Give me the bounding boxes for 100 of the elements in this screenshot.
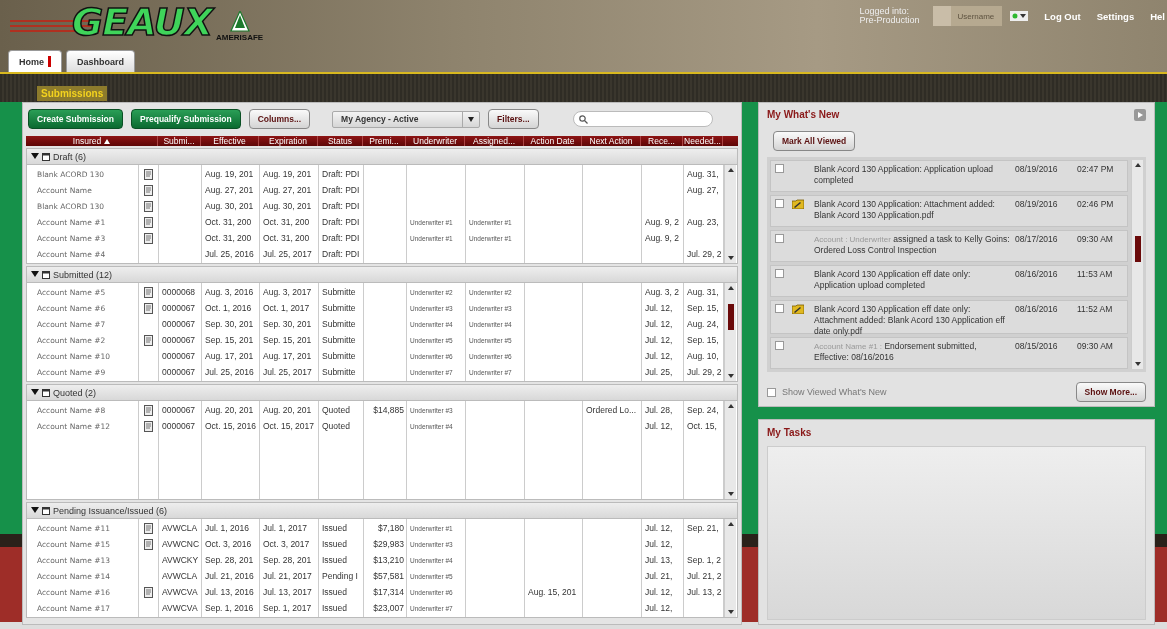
table-cell-text: AVWCLA [161, 522, 199, 535]
news-time: 11:53 AM [1077, 268, 1114, 281]
group-header[interactable]: Quoted (2) [27, 385, 737, 401]
document-icon[interactable] [144, 522, 153, 534]
toolbar-button[interactable]: Columns... [248, 109, 311, 129]
table-cell-text: Aug. 27, 201 [262, 184, 313, 197]
panel-title: My Tasks [767, 425, 813, 440]
table-cell-text: Oct. 1, 2017 [262, 302, 311, 315]
scrollbar[interactable] [724, 401, 736, 499]
document-icon[interactable] [144, 334, 153, 346]
collapse-arrow-icon[interactable] [31, 269, 39, 278]
group-header[interactable]: Draft (6) [27, 149, 737, 165]
checkbox[interactable] [775, 163, 784, 173]
expand-panel-icon[interactable] [1134, 108, 1146, 121]
document-icon[interactable] [144, 286, 153, 298]
table-cell-text: Aug. 23, [686, 216, 720, 229]
column-header[interactable]: Effective [201, 136, 259, 146]
document-icon[interactable] [144, 420, 153, 432]
table-cell-text: Jul. 25, 2017 [262, 248, 313, 261]
news-message: Blank Acord 130 Application: Application upload completed [814, 163, 995, 187]
tab[interactable]: Dashboard [66, 50, 136, 72]
checkbox[interactable] [767, 387, 776, 397]
checkbox-label: Show Viewed What's New [782, 387, 887, 397]
table-cell-text: Draft: PDI [321, 168, 361, 181]
group-header[interactable]: Submitted (12) [27, 267, 737, 283]
tab[interactable]: Home [8, 50, 62, 72]
news-date: 08/16/2016 [1015, 304, 1059, 316]
checkbox[interactable] [775, 198, 784, 208]
scrollbar[interactable] [724, 519, 736, 617]
checkbox[interactable] [775, 233, 784, 243]
news-item[interactable]: Blank Acord 130 Application eff date only: Attachment added: Blank Acord 130 Application eff date only.pdf 08/16/2016 11:52 AM [770, 300, 1128, 334]
table-cell-text: Aug. 19, 201 [262, 168, 313, 181]
document-icon[interactable] [144, 586, 153, 598]
collapse-arrow-icon[interactable] [31, 151, 39, 160]
show-more-button[interactable]: Show More... [1075, 382, 1146, 402]
table-cell-text: Jul. 12, [644, 538, 674, 551]
group-header[interactable]: Pending Issuance/Issued (6) [27, 503, 737, 519]
table-cell-text: $57,581 [372, 570, 405, 583]
checkbox[interactable] [775, 268, 784, 278]
toolbar-button[interactable]: Create Submission [28, 109, 123, 129]
scrollbar[interactable] [724, 165, 736, 263]
table-cell-text: Aug. 27, 201 [204, 184, 255, 197]
filter-select[interactable]: My Agency - Active [332, 110, 481, 128]
toolbar-button[interactable]: Prequalify Submission [131, 109, 241, 129]
news-item[interactable]: Blank Acord 130 Application: Application upload completed 08/19/2016 02:47 PM [770, 159, 1128, 192]
table-cell-text: Aug. 17, 201 [204, 350, 255, 363]
column-header[interactable]: Next Action [582, 136, 641, 146]
checkbox[interactable] [775, 304, 784, 313]
document-icon[interactable] [144, 168, 153, 180]
filters-button[interactable]: Filters... [488, 109, 539, 129]
header-link[interactable]: Settings [1096, 10, 1135, 22]
column-header[interactable]: Submi... [158, 136, 201, 146]
collapse-arrow-icon[interactable] [31, 387, 39, 396]
dropdown-arrow-icon[interactable] [468, 116, 475, 122]
document-icon[interactable] [144, 302, 153, 314]
column-header[interactable]: Premi... [363, 136, 406, 146]
column-header[interactable]: Rece... [641, 136, 683, 146]
group-label: Quoted (2) [53, 387, 97, 398]
table-cell-text: Sep. 28, 201 [204, 554, 255, 567]
column-header[interactable]: Underwriter [406, 136, 465, 146]
document-icon[interactable] [144, 232, 153, 244]
document-icon[interactable] [144, 538, 153, 550]
table-cell-text: Jul. 12, [644, 302, 674, 315]
table-cell-text: Oct. 31, 200 [204, 216, 253, 229]
table-cell-text: Jul. 13, 2017 [262, 586, 313, 599]
document-icon[interactable] [144, 404, 153, 416]
table-cell-text: Aug. 15, 201 [527, 586, 578, 599]
table-cell-text: Sep. 21, [686, 522, 720, 535]
news-item[interactable]: Account Name #1 : Endorsement submitted, Effective: 08/16/2016 08/15/2016 09:30 AM [770, 337, 1128, 370]
table-cell-text: Aug. 27, [686, 184, 720, 197]
table-cell-text: Sep. 15, [686, 334, 720, 347]
news-item[interactable]: Account : Underwriter assigned a task to Kelly Goins: Ordered Loss Control Inspection 08/17/2016 09:30 AM [770, 229, 1128, 262]
table-cell-text: Issued [321, 586, 349, 599]
mark-all-viewed-button[interactable]: Mark All Viewed [773, 130, 856, 151]
table-cell-text: Sep. 15, 201 [204, 334, 255, 347]
checkbox[interactable] [775, 341, 784, 350]
table-cell-text: Sep. 24, [686, 404, 720, 417]
table-cell-text: Sep. 15, [686, 302, 720, 315]
column-header[interactable]: Needed... [683, 136, 723, 146]
status-dropdown-icon[interactable] [1010, 11, 1029, 21]
news-item[interactable]: Blank Acord 130 Application eff date only: Application upload completed 08/16/2016 11:53 AM [770, 264, 1128, 297]
search-field[interactable] [572, 111, 713, 127]
news-item[interactable]: Blank Acord 130 Application: Attachment added: Blank Acord 130 Application.pdf 08/19/2016 02:46 PM [770, 194, 1128, 227]
column-header[interactable]: Status [318, 136, 363, 146]
document-icon[interactable] [144, 200, 153, 212]
collapse-arrow-icon[interactable] [31, 505, 39, 514]
table-cell-text: $29,983 [372, 538, 405, 551]
document-icon[interactable] [144, 216, 153, 228]
table-cell-text: Oct. 15, 2016 [204, 420, 258, 433]
column-header[interactable]: Assigned... [465, 136, 524, 146]
document-icon[interactable] [144, 184, 153, 196]
column-header[interactable]: Expiration [259, 136, 318, 146]
column-header[interactable]: Action Date [524, 136, 582, 146]
panel-icon [42, 152, 50, 161]
news-time: 02:47 PM [1077, 163, 1115, 176]
table-cell-text: Sep. 1, 2017 [262, 602, 313, 615]
scrollbar[interactable] [1131, 159, 1143, 369]
column-header[interactable]: Insured [26, 136, 158, 146]
scrollbar[interactable] [724, 283, 736, 381]
header-link[interactable]: Hel [1150, 10, 1165, 22]
